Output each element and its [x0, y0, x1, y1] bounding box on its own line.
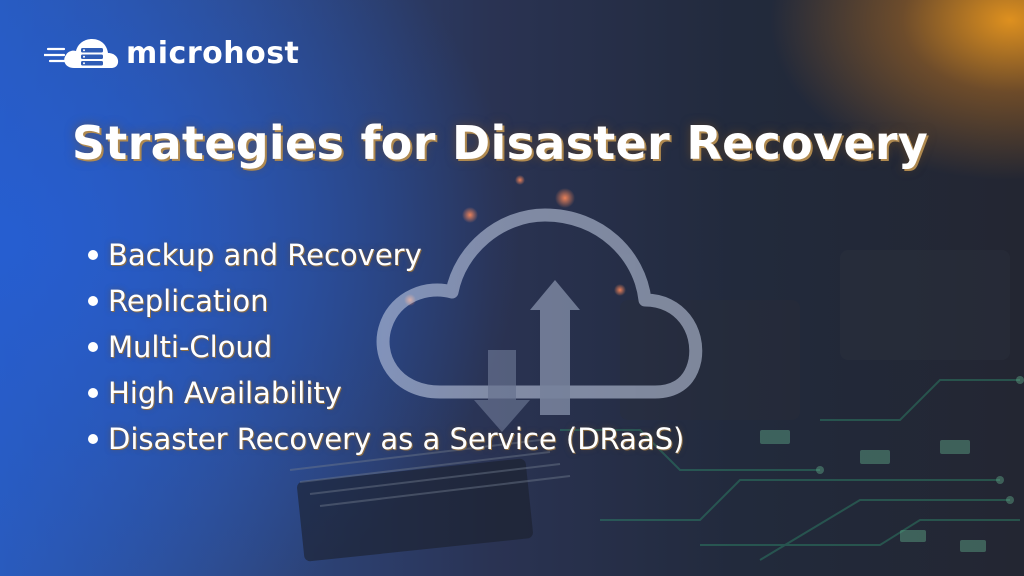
- list-item: High Availability: [84, 370, 684, 416]
- list-item-label: Multi-Cloud: [108, 330, 273, 364]
- banner: microhost Strategies for Disaster Recove…: [0, 0, 1024, 576]
- list-item-label: Disaster Recovery as a Service (DRaaS): [108, 422, 685, 456]
- bullet-dot-icon: [88, 388, 98, 398]
- server-cloud-icon: [44, 39, 119, 68]
- bullet-dot-icon: [88, 296, 98, 306]
- list-item: Replication: [84, 278, 684, 324]
- bullet-dot-icon: [88, 434, 98, 444]
- bullet-dot-icon: [88, 342, 98, 352]
- bullet-dot-icon: [88, 250, 98, 260]
- list-item: Multi-Cloud: [84, 324, 684, 370]
- list-item-label: Replication: [108, 284, 269, 318]
- brand-name: microhost: [126, 36, 300, 71]
- brand-logo[interactable]: microhost: [44, 34, 299, 74]
- list-item: Backup and Recovery: [84, 232, 684, 278]
- page-title: Strategies for Disaster Recovery: [71, 116, 929, 170]
- strategy-list: Backup and Recovery Replication Multi-Cl…: [84, 232, 684, 462]
- list-item-label: Backup and Recovery: [108, 238, 422, 272]
- list-item: Disaster Recovery as a Service (DRaaS): [84, 416, 684, 462]
- list-item-label: High Availability: [108, 376, 342, 410]
